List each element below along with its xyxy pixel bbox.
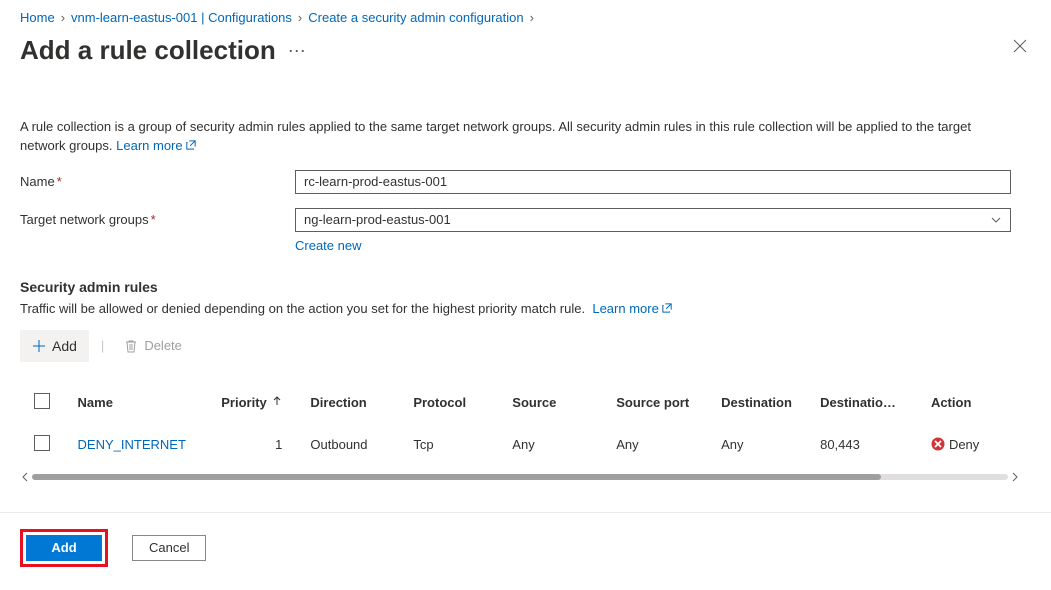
- chevron-right-icon: ›: [298, 10, 302, 25]
- column-destination-port[interactable]: Destinatio…: [820, 395, 931, 410]
- create-new-link[interactable]: Create new: [295, 238, 361, 253]
- column-source-port[interactable]: Source port: [616, 395, 721, 410]
- close-icon[interactable]: [1009, 35, 1031, 62]
- add-button[interactable]: Add: [26, 535, 102, 561]
- cell-source: Any: [512, 437, 616, 452]
- row-checkbox[interactable]: [34, 435, 50, 451]
- scroll-right-icon[interactable]: [1010, 472, 1020, 482]
- target-groups-select[interactable]: ng-learn-prod-eastus-001: [295, 208, 1011, 232]
- cell-priority: 1: [211, 437, 310, 452]
- highlight-box: Add: [20, 529, 108, 567]
- trash-icon: [124, 339, 138, 353]
- horizontal-scrollbar[interactable]: [20, 472, 1020, 482]
- toolbar-separator: |: [101, 338, 104, 353]
- column-direction[interactable]: Direction: [310, 395, 413, 410]
- scroll-left-icon[interactable]: [20, 472, 30, 482]
- rule-name-link[interactable]: DENY_INTERNET: [78, 437, 186, 452]
- column-action[interactable]: Action: [931, 395, 1020, 410]
- column-name[interactable]: Name: [78, 395, 212, 410]
- table-row[interactable]: DENY_INTERNET 1 Outbound Tcp Any Any Any…: [20, 424, 1020, 466]
- cell-destination: Any: [721, 437, 820, 452]
- cell-protocol: Tcp: [413, 437, 512, 452]
- description: A rule collection is a group of security…: [20, 118, 1020, 156]
- learn-more-link[interactable]: Learn more: [116, 138, 196, 153]
- column-destination[interactable]: Destination: [721, 395, 820, 410]
- cell-action: Deny: [931, 437, 1020, 452]
- sort-asc-icon: [272, 396, 282, 406]
- target-groups-label: Target network groups*: [20, 208, 295, 227]
- cell-destination-port: 80,443: [820, 437, 931, 452]
- chevron-right-icon: ›: [61, 10, 65, 25]
- rules-hint: Traffic will be allowed or denied depend…: [20, 301, 1031, 316]
- toolbar-add-button[interactable]: Add: [20, 330, 89, 362]
- column-priority[interactable]: Priority: [211, 395, 310, 410]
- name-input[interactable]: [295, 170, 1011, 194]
- cell-direction: Outbound: [310, 437, 413, 452]
- chevron-right-icon: ›: [530, 10, 534, 25]
- external-link-icon: [186, 140, 196, 150]
- external-link-icon: [662, 303, 672, 313]
- column-source[interactable]: Source: [512, 395, 616, 410]
- page-title: Add a rule collection: [20, 35, 276, 66]
- rules-table: Name Priority Direction Protocol Source …: [20, 382, 1020, 482]
- name-label: Name*: [20, 170, 295, 189]
- rules-learn-more-link[interactable]: Learn more: [592, 301, 672, 316]
- chevron-down-icon: [990, 214, 1002, 226]
- more-actions-button[interactable]: ⋯: [288, 35, 307, 62]
- cell-source-port: Any: [616, 437, 721, 452]
- breadcrumb-item-2[interactable]: Create a security admin configuration: [308, 10, 523, 25]
- rules-heading: Security admin rules: [20, 279, 1031, 295]
- cancel-button[interactable]: Cancel: [132, 535, 206, 561]
- breadcrumb-home[interactable]: Home: [20, 10, 55, 25]
- breadcrumb: Home › vnm-learn-eastus-001 | Configurat…: [20, 10, 1031, 25]
- deny-icon: [931, 437, 945, 451]
- select-all-checkbox[interactable]: [34, 393, 50, 409]
- toolbar-delete-button: Delete: [116, 332, 190, 359]
- breadcrumb-item-1[interactable]: vnm-learn-eastus-001 | Configurations: [71, 10, 292, 25]
- plus-icon: [32, 339, 46, 353]
- column-protocol[interactable]: Protocol: [413, 395, 512, 410]
